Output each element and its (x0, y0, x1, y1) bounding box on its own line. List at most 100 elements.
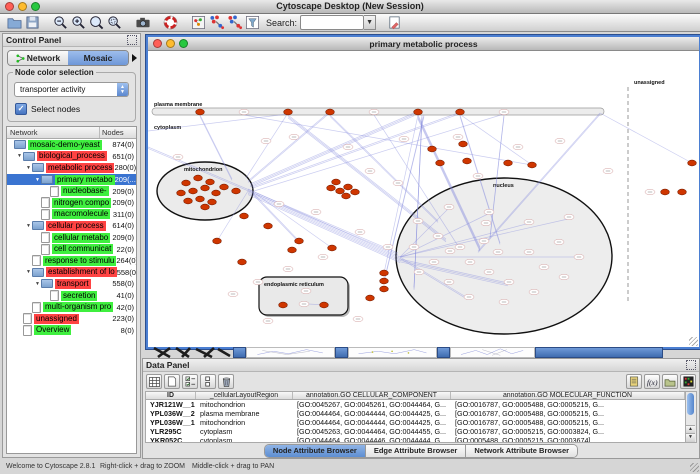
network-node-selected[interactable] (189, 188, 198, 194)
network-node-selected[interactable] (428, 146, 437, 152)
network-node-selected[interactable] (220, 184, 229, 190)
zoom-out-icon[interactable] (52, 15, 69, 31)
network-node-selected[interactable] (463, 158, 472, 164)
network-node-selected[interactable] (688, 160, 697, 166)
unified-view-icon[interactable] (200, 374, 216, 389)
scroll-down-icon[interactable]: ▼ (686, 433, 695, 442)
network-node-selected[interactable] (528, 162, 537, 168)
network-node-selected[interactable] (436, 160, 445, 166)
tree-item-cell-communicat[interactable]: cell communicat22(0) (7, 243, 136, 255)
select-attributes-icon[interactable] (182, 374, 198, 389)
network-node-selected[interactable] (177, 190, 186, 196)
network-view-window[interactable]: primary metabolic process plasma membran… (146, 35, 700, 349)
tree-item-secretion[interactable]: secretion41(0) (7, 290, 136, 302)
network-edge[interactable] (244, 115, 532, 165)
tree-item-cellular-metabo[interactable]: cellular metabo209(0) (7, 232, 136, 244)
matrix-icon[interactable] (680, 374, 696, 389)
network-node-selected[interactable] (344, 184, 353, 190)
network-node-selected[interactable] (201, 185, 210, 191)
network-edge[interactable] (252, 113, 458, 187)
network-node-selected[interactable] (194, 175, 203, 181)
network-node-selected[interactable] (456, 109, 465, 115)
network-node-selected[interactable] (264, 223, 273, 229)
network-node-selected[interactable] (295, 238, 304, 244)
search-dropdown-arrow-icon[interactable]: ▼ (364, 15, 376, 30)
network-edge[interactable] (256, 194, 332, 248)
network-node-selected[interactable] (414, 109, 423, 115)
tab-network-attribute-browser[interactable]: Network Attribute Browser (466, 445, 577, 457)
expand-arrow-icon[interactable]: ▼ (25, 269, 32, 275)
network-node-selected[interactable] (320, 302, 329, 308)
network-node-selected[interactable] (196, 196, 205, 202)
network-node-selected[interactable] (504, 160, 513, 166)
tree-item-metabolic-process[interactable]: ▼metabolic process280(0) (7, 162, 136, 174)
network-node-selected[interactable] (208, 199, 217, 205)
table-row[interactable]: YLR295Ccytoplasm[GO:0045263, GO:0044464,… (146, 427, 685, 436)
network-node-selected[interactable] (366, 295, 375, 301)
select-nodes-checkbox[interactable]: ✓ (15, 103, 27, 115)
formula-icon[interactable]: f(x) (644, 374, 660, 389)
column-header-annotation-go-cellular-component[interactable]: annotation.GO CELLULAR_COMPONENT (293, 392, 451, 399)
tab-node-attribute-browser[interactable]: Node Attribute Browser (265, 445, 366, 457)
table-row[interactable]: YJR121W__1mitochondrion[GO:0045267, GO:0… (146, 400, 685, 409)
background-window-chip[interactable] (233, 347, 246, 358)
network-node-selected[interactable] (279, 302, 288, 308)
overview-icon[interactable] (190, 15, 207, 31)
network-node-selected[interactable] (678, 189, 687, 195)
zoom-fit-icon[interactable] (88, 15, 105, 31)
tree-column-nodes[interactable]: Nodes (100, 127, 136, 138)
network-node-selected[interactable] (212, 190, 221, 196)
tree-item-response-to-stimulu[interactable]: response to stimulu264(0) (7, 255, 136, 267)
tree-item-establishment-of-lo[interactable]: ▼establishment of lo558(0) (7, 267, 136, 279)
tree-item-nucleobase[interactable]: nucleobase-209(0) (7, 185, 136, 197)
network-node-selected[interactable] (184, 198, 193, 204)
filter-icon[interactable] (244, 15, 261, 31)
column-header-cellularlayoutregion[interactable]: _cellularLayoutRegion (196, 392, 293, 399)
tree-item-cellular-process[interactable]: ▼cellular process614(0) (7, 220, 136, 232)
search-input[interactable] (300, 15, 364, 30)
network-node-selected[interactable] (332, 179, 341, 185)
network-node-selected[interactable] (459, 141, 468, 147)
tree-item-mosaic-demo-yeast[interactable]: mosaic-demo-yeast874(0) (7, 139, 136, 151)
tree-item-transport[interactable]: ▼transport558(0) (7, 278, 136, 290)
node-color-dropdown[interactable]: transporter activity ▲▼ (14, 82, 129, 97)
title-bar[interactable]: Cytoscape Desktop (New Session) (0, 0, 700, 14)
background-window-title-bar[interactable] (535, 347, 663, 358)
network-canvas[interactable]: plasma membrane cytoplasm mitochondrion … (148, 51, 699, 347)
tree-item-unassigned[interactable]: unassigned223(0) (7, 313, 136, 325)
network-edge[interactable] (458, 113, 532, 165)
tab-network[interactable]: Network (8, 51, 68, 65)
network-edge[interactable] (600, 113, 692, 163)
expand-arrow-icon[interactable]: ▼ (34, 281, 41, 287)
network-edge[interactable] (330, 116, 438, 222)
import-icon[interactable] (662, 374, 678, 389)
background-window-chip[interactable] (335, 347, 348, 358)
background-window-chip[interactable] (437, 347, 450, 358)
float-panel-icon[interactable] (686, 360, 696, 370)
table-icon[interactable] (146, 374, 162, 389)
tree-item-overview[interactable]: Overview8(0) (7, 325, 136, 337)
layout-b-icon[interactable] (226, 15, 243, 31)
network-node-selected[interactable] (284, 109, 293, 115)
column-header-id[interactable]: ID (146, 392, 196, 399)
delete-attribute-icon[interactable] (218, 374, 234, 389)
help-icon[interactable] (162, 15, 179, 31)
tree-item-nitrogen-compo[interactable]: nitrogen compo209(0) (7, 197, 136, 209)
network-node-selected[interactable] (327, 185, 336, 191)
expand-arrow-icon[interactable]: ▼ (16, 153, 23, 159)
network-node-selected[interactable] (206, 179, 215, 185)
column-header-annotation-go-molecular-function[interactable]: annotation.GO MOLECULAR_FUNCTION (451, 392, 685, 399)
scrollbar-thumb[interactable] (687, 393, 694, 415)
background-window-preview[interactable] (246, 347, 335, 358)
notes-icon[interactable] (626, 374, 642, 389)
app-resize-grip[interactable] (690, 463, 699, 472)
table-scrollbar[interactable]: ▲ ▼ (685, 392, 696, 442)
network-node-selected[interactable] (182, 180, 191, 186)
table-row[interactable]: YPL036W__2plasma membrane[GO:0044464, GO… (146, 409, 685, 418)
network-node-selected[interactable] (380, 270, 389, 276)
tree-column-network[interactable]: Network (7, 127, 100, 138)
expand-arrow-icon[interactable]: ▼ (34, 177, 41, 183)
snapshot-icon[interactable] (134, 15, 151, 31)
network-node-selected[interactable] (240, 213, 249, 219)
open-icon[interactable] (6, 15, 23, 31)
